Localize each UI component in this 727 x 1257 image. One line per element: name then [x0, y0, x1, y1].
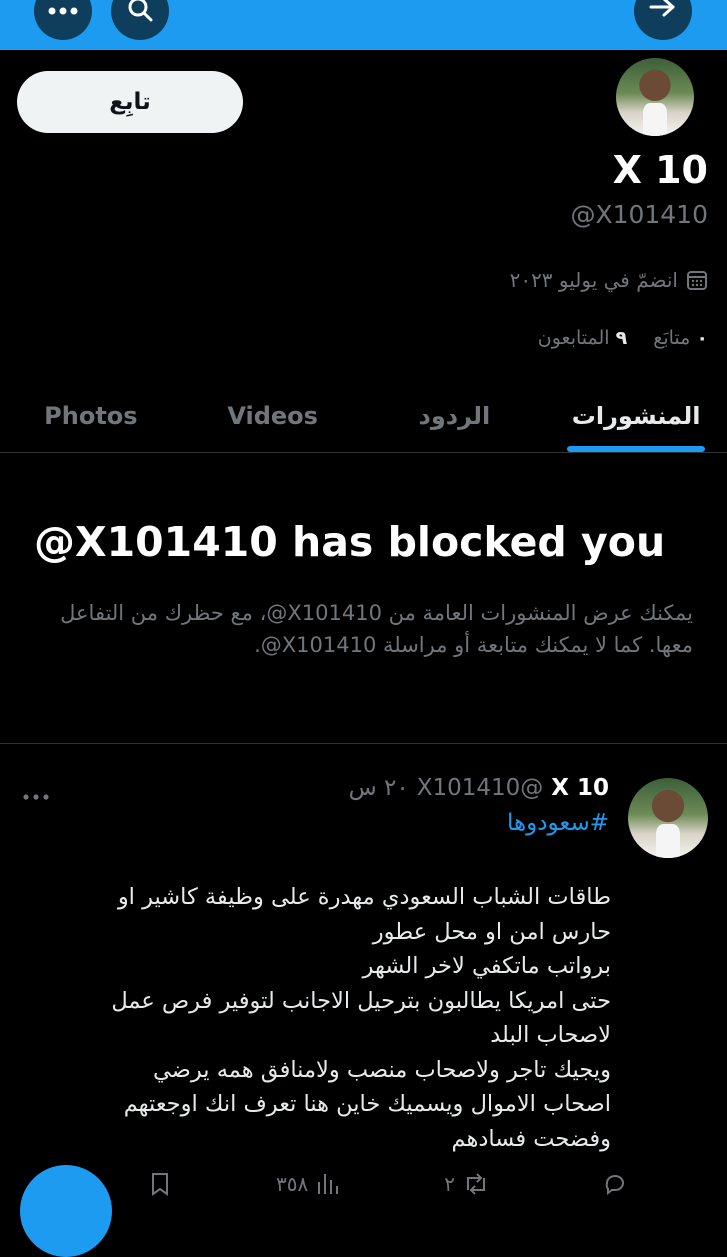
search-icon — [128, 0, 153, 22]
tab-photos[interactable]: Photos — [0, 380, 182, 452]
post-more-button[interactable] — [22, 782, 50, 807]
profile-name: X 10 — [612, 148, 708, 192]
compose-fab[interactable] — [20, 1165, 112, 1257]
tab-replies-label: الردود — [418, 402, 491, 430]
more-menu-button[interactable] — [34, 0, 92, 40]
reply-icon — [605, 1175, 624, 1195]
joined-text: انضمّ في يوليو ٢٠٢٣ — [509, 268, 678, 292]
more-icon — [48, 7, 78, 15]
followers-link[interactable]: ٩ المتابعون — [538, 327, 627, 349]
follow-button[interactable]: تابِع — [17, 71, 243, 133]
post-author-name[interactable]: X 10 — [551, 775, 609, 801]
post-header: X 10 @X101410 ٢٠ س — [349, 775, 609, 801]
blocked-description: يمكنك عرض المنشورات العامة من ‎@X101410‏… — [60, 601, 693, 657]
post-author-handle: @X101410 — [416, 775, 544, 801]
bookmark-icon — [152, 1173, 169, 1196]
following-label: متابَع — [653, 327, 691, 349]
post-time: ٢٠ س — [348, 775, 409, 801]
active-tab-indicator — [567, 446, 706, 452]
tab-videos[interactable]: Videos — [182, 380, 364, 452]
views-count: ٣٥٨ — [276, 1172, 309, 1196]
post-actions: ٢ ٣٥٨ — [150, 1172, 627, 1196]
profile-tabs: المنشورات الردود Videos Photos — [0, 380, 727, 453]
arrow-right-icon — [649, 0, 675, 17]
profile-avatar[interactable] — [612, 54, 698, 140]
following-count: ٠ — [696, 327, 708, 349]
blocked-title: @X101410 has blocked you — [34, 518, 666, 566]
following-link[interactable]: ٠ متابَع — [653, 327, 708, 349]
top-bar — [0, 0, 727, 50]
profile-handle: @X101410 — [570, 200, 708, 229]
views-icon — [318, 1174, 339, 1194]
followers-count: ٩ — [615, 327, 628, 349]
views-button[interactable]: ٣٥٨ — [276, 1172, 339, 1196]
calendar-icon — [687, 271, 707, 290]
post-avatar[interactable] — [628, 778, 708, 858]
tab-photos-label: Photos — [44, 402, 138, 430]
reply-button[interactable] — [595, 1172, 627, 1196]
divider — [0, 743, 727, 744]
search-button[interactable] — [111, 0, 169, 40]
tab-posts-label: المنشورات — [571, 402, 701, 430]
tab-posts[interactable]: المنشورات — [545, 380, 727, 452]
repost-count: ٢ — [444, 1172, 455, 1196]
tab-replies[interactable]: الردود — [364, 380, 546, 452]
repost-icon — [467, 1173, 485, 1195]
post-text: طاقات الشباب السعودي مهدرة على وظيفة كاش… — [111, 884, 611, 1152]
repost-button[interactable]: ٢ — [444, 1172, 489, 1196]
post-hashtag[interactable]: #سعودوها — [507, 810, 609, 836]
forward-button[interactable] — [634, 0, 692, 40]
joined-date: انضمّ في يوليو ٢٠٢٣ — [510, 268, 708, 292]
followers-label: المتابعون — [537, 327, 610, 349]
bookmark-button[interactable] — [150, 1172, 170, 1196]
more-icon — [23, 794, 49, 800]
tab-videos-label: Videos — [227, 402, 318, 430]
follow-counts: ٠ متابَع ٩ المتابعون — [538, 327, 708, 349]
